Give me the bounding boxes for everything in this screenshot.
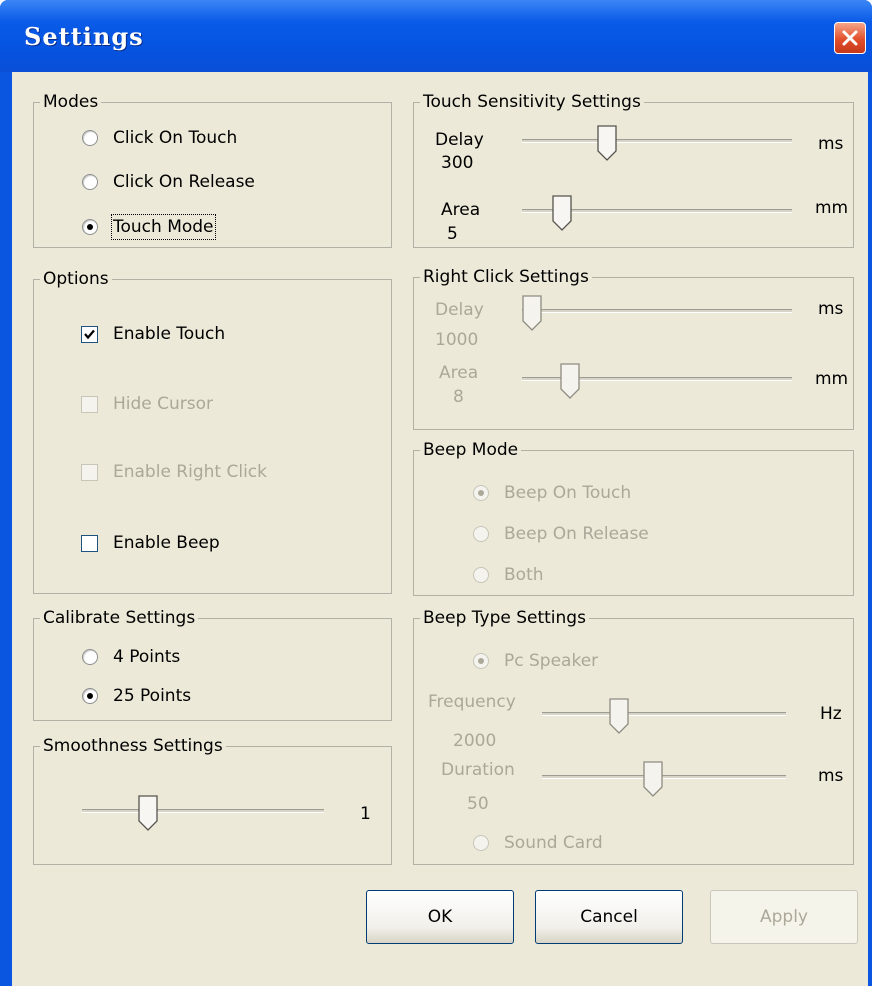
modes-group: Modes Click On Touch Click On Release To… bbox=[33, 91, 392, 248]
ok-label: OK bbox=[427, 907, 453, 927]
label-enable-beep: Enable Beep bbox=[113, 533, 220, 553]
touch-area-unit: mm bbox=[815, 198, 849, 218]
touch-delay-unit: ms bbox=[818, 134, 844, 154]
right-click-area-label: Area bbox=[439, 363, 479, 383]
touch-area-slider[interactable] bbox=[522, 195, 792, 231]
radio-sound-card[interactable] bbox=[473, 835, 489, 851]
radio-4-points[interactable] bbox=[82, 649, 98, 665]
slider-track bbox=[522, 139, 792, 143]
label-click-on-release: Click On Release bbox=[113, 172, 255, 192]
smoothness-group: Smoothness Settings 1 bbox=[33, 735, 392, 865]
touch-sensitivity-title: Touch Sensitivity Settings bbox=[420, 91, 644, 113]
slider-thumb[interactable] bbox=[609, 698, 629, 734]
slider-track bbox=[522, 309, 792, 313]
calibrate-group: Calibrate Settings 4 Points 25 Points bbox=[33, 607, 392, 721]
frequency-value: 2000 bbox=[453, 731, 497, 751]
smoothness-value: 1 bbox=[360, 804, 371, 824]
slider-track bbox=[542, 775, 786, 779]
radio-both[interactable] bbox=[473, 567, 489, 583]
title-bar[interactable]: Settings bbox=[0, 0, 872, 72]
right-click-area-unit: mm bbox=[815, 369, 849, 389]
slider-track bbox=[542, 712, 786, 716]
touch-area-label: Area bbox=[441, 200, 481, 220]
label-hide-cursor: Hide Cursor bbox=[113, 394, 214, 414]
frequency-unit: Hz bbox=[820, 704, 842, 724]
checkbox-enable-touch[interactable] bbox=[81, 326, 98, 343]
touch-sensitivity-group: Touch Sensitivity Settings Delay 300 ms … bbox=[413, 91, 854, 248]
label-sound-card: Sound Card bbox=[504, 833, 603, 853]
checkbox-hide-cursor[interactable] bbox=[81, 396, 98, 413]
slider-thumb[interactable] bbox=[643, 761, 663, 797]
frequency-slider[interactable] bbox=[542, 698, 786, 734]
close-button[interactable] bbox=[834, 22, 866, 54]
checkbox-enable-right-click[interactable] bbox=[81, 464, 98, 481]
right-click-delay-label: Delay bbox=[435, 300, 484, 320]
cancel-button[interactable]: Cancel bbox=[535, 890, 683, 944]
right-click-delay-slider[interactable] bbox=[522, 295, 792, 331]
right-click-area-value: 8 bbox=[453, 387, 464, 407]
label-click-on-touch: Click On Touch bbox=[113, 128, 238, 148]
right-click-delay-value: 1000 bbox=[435, 330, 479, 350]
touch-delay-label: Delay bbox=[435, 130, 484, 150]
label-enable-touch: Enable Touch bbox=[113, 324, 226, 344]
apply-button[interactable]: Apply bbox=[710, 890, 858, 944]
right-click-delay-unit: ms bbox=[818, 299, 844, 319]
duration-slider[interactable] bbox=[542, 761, 786, 797]
label-4-points: 4 Points bbox=[113, 647, 181, 667]
touch-area-value: 5 bbox=[447, 224, 458, 244]
frequency-label: Frequency bbox=[428, 692, 516, 712]
slider-thumb[interactable] bbox=[597, 125, 617, 161]
label-25-points: 25 Points bbox=[113, 686, 192, 706]
checkmark-icon bbox=[84, 329, 95, 340]
radio-click-on-release[interactable] bbox=[82, 174, 98, 190]
window-title: Settings bbox=[24, 22, 144, 51]
slider-thumb[interactable] bbox=[560, 363, 580, 399]
beep-type-title: Beep Type Settings bbox=[420, 607, 589, 629]
options-title: Options bbox=[40, 268, 112, 290]
beep-mode-group: Beep Mode Beep On Touch Beep On Release … bbox=[413, 439, 854, 596]
label-both: Both bbox=[504, 565, 544, 585]
label-touch-mode: Touch Mode bbox=[111, 214, 216, 240]
right-click-group: Right Click Settings Delay 1000 ms Area … bbox=[413, 266, 854, 430]
slider-thumb[interactable] bbox=[138, 795, 158, 831]
slider-track bbox=[82, 809, 324, 813]
slider-thumb[interactable] bbox=[552, 195, 572, 231]
settings-window: Settings Modes Click On Touch Click On R… bbox=[0, 0, 872, 986]
touch-delay-value: 300 bbox=[441, 153, 474, 173]
duration-unit: ms bbox=[818, 766, 844, 786]
radio-beep-on-touch[interactable] bbox=[473, 485, 489, 501]
calibrate-title: Calibrate Settings bbox=[40, 607, 199, 629]
beep-mode-title: Beep Mode bbox=[420, 439, 522, 461]
label-beep-on-touch: Beep On Touch bbox=[504, 483, 632, 503]
ok-button[interactable]: OK bbox=[366, 890, 514, 944]
duration-value: 50 bbox=[467, 794, 489, 814]
cancel-label: Cancel bbox=[580, 907, 638, 927]
modes-title: Modes bbox=[40, 91, 102, 113]
radio-touch-mode[interactable] bbox=[82, 219, 98, 235]
slider-thumb[interactable] bbox=[522, 295, 542, 331]
touch-delay-slider[interactable] bbox=[522, 125, 792, 161]
close-icon bbox=[842, 30, 858, 46]
right-click-title: Right Click Settings bbox=[420, 266, 592, 288]
label-beep-on-release: Beep On Release bbox=[504, 524, 649, 544]
radio-25-points[interactable] bbox=[82, 688, 98, 704]
options-group: Options Enable Touch Hide Cursor Enable … bbox=[33, 268, 392, 594]
radio-click-on-touch[interactable] bbox=[82, 130, 98, 146]
dialog-body: Modes Click On Touch Click On Release To… bbox=[12, 72, 868, 986]
radio-pc-speaker[interactable] bbox=[473, 653, 489, 669]
label-pc-speaker: Pc Speaker bbox=[504, 651, 599, 671]
right-click-area-slider[interactable] bbox=[522, 363, 792, 399]
smoothness-title: Smoothness Settings bbox=[40, 735, 226, 757]
beep-type-group: Beep Type Settings Pc Speaker Frequency … bbox=[413, 607, 854, 865]
checkbox-enable-beep[interactable] bbox=[81, 535, 98, 552]
duration-label: Duration bbox=[441, 760, 515, 780]
radio-beep-on-release[interactable] bbox=[473, 526, 489, 542]
smoothness-slider[interactable] bbox=[82, 795, 324, 831]
label-enable-right-click: Enable Right Click bbox=[113, 462, 267, 482]
apply-label: Apply bbox=[760, 907, 808, 927]
